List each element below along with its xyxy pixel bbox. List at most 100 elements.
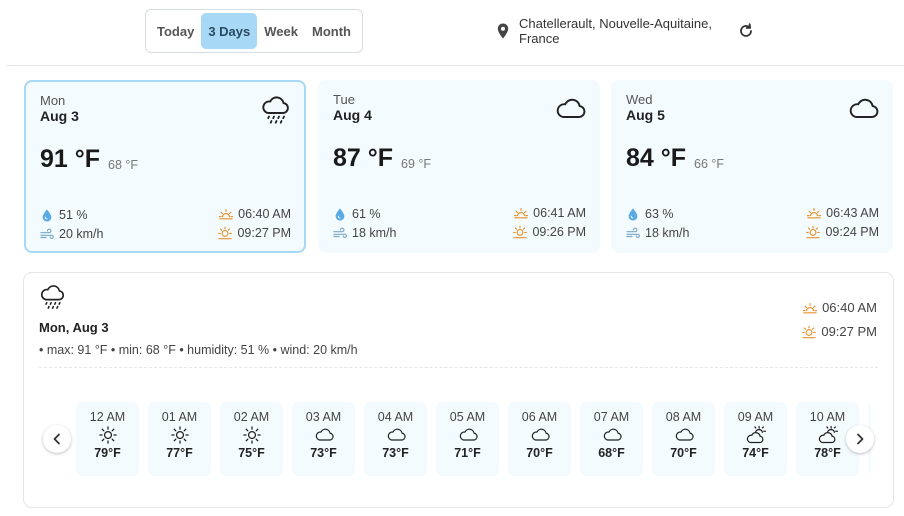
wind-value: 20 km/h bbox=[59, 227, 104, 241]
min-temperature: 68 °F bbox=[108, 158, 139, 172]
sun-icon bbox=[242, 426, 261, 444]
humidity-value: 51 % bbox=[59, 208, 88, 222]
hour-time: 06 AM bbox=[521, 410, 558, 424]
sunset-icon bbox=[806, 225, 821, 239]
scroll-right-button[interactable] bbox=[846, 425, 874, 453]
sunrise: 06:40 AM bbox=[219, 207, 291, 221]
hour-tile[interactable]: 05 AM 71°F bbox=[436, 402, 499, 476]
tab-today[interactable]: Today bbox=[150, 13, 201, 49]
chevron-right-icon bbox=[857, 433, 864, 445]
hour-tile[interactable]: 07 AM 68°F bbox=[580, 402, 643, 476]
detail-separator bbox=[39, 367, 878, 368]
map-pin-icon bbox=[497, 23, 509, 39]
sunrise-time: 06:40 AM bbox=[238, 207, 291, 221]
hour-tile[interactable]: 01 AM 77°F bbox=[148, 402, 211, 476]
sunrise-icon bbox=[219, 209, 234, 220]
hour-tile[interactable]: 12 AM 79°F bbox=[76, 402, 139, 476]
min-temperature: 66 °F bbox=[694, 157, 725, 171]
hour-temperature: 70°F bbox=[526, 446, 553, 460]
day-card-wed[interactable]: Wed Aug 5 84 °F 66 °F 63 % 18 km/h 06:43 AM 09:… bbox=[611, 80, 893, 253]
sunset-time: 09:26 PM bbox=[532, 225, 586, 239]
hour-tile[interactable]: 02 AM 75°F bbox=[220, 402, 283, 476]
hour-time: 08 AM bbox=[665, 410, 702, 424]
scroll-left-button[interactable] bbox=[43, 425, 71, 453]
rain-cloud-icon bbox=[40, 285, 65, 309]
wind-icon bbox=[333, 227, 347, 238]
tab-month[interactable]: Month bbox=[305, 13, 358, 49]
sunset-time: 09:27 PM bbox=[237, 226, 291, 240]
cloud-icon bbox=[459, 428, 478, 441]
hour-tile[interactable]: 09 AM 74°F bbox=[724, 402, 787, 476]
sun-icon bbox=[98, 426, 117, 444]
hourly-forecast[interactable]: 12 AM 79°F 01 AM 77°F 02 AM 75°F 03 AM 73°F 04 A… bbox=[74, 402, 871, 478]
day-of-week: Wed bbox=[626, 92, 653, 107]
sunrise: 06:43 AM bbox=[807, 206, 879, 220]
detail-sunset-time: 09:27 PM bbox=[821, 324, 877, 339]
sunset-icon bbox=[802, 325, 817, 338]
day-of-week: Mon bbox=[40, 93, 66, 108]
tab-3-days[interactable]: 3 Days bbox=[201, 13, 258, 49]
sunrise-time: 06:41 AM bbox=[533, 206, 586, 220]
humidity-icon bbox=[628, 208, 638, 221]
hour-temperature: 68°F bbox=[598, 446, 625, 460]
wind-value: 18 km/h bbox=[645, 226, 690, 240]
max-temperature: 87 °F bbox=[333, 144, 394, 172]
day-of-week: Tue bbox=[333, 92, 355, 107]
sunset: 09:27 PM bbox=[218, 226, 291, 240]
hour-time: 04 AM bbox=[377, 410, 414, 424]
rain-cloud-icon bbox=[262, 96, 289, 124]
detail-sunset: 09:27 PM bbox=[802, 324, 877, 339]
hour-time: 03 AM bbox=[305, 410, 342, 424]
sunrise-icon bbox=[807, 208, 822, 219]
humidity: 63 % bbox=[626, 207, 674, 221]
hour-time: 02 AM bbox=[233, 410, 270, 424]
hour-temperature: 78°F bbox=[814, 446, 841, 460]
sunrise-time: 06:43 AM bbox=[826, 206, 879, 220]
hour-temperature: 71°F bbox=[454, 446, 481, 460]
location: Chatellerault, Nouvelle-Aquitaine, Franc… bbox=[497, 16, 729, 48]
humidity-value: 63 % bbox=[645, 207, 674, 221]
hour-time: 09 AM bbox=[737, 410, 774, 424]
partly-cloudy-icon bbox=[746, 425, 766, 444]
hour-tile[interactable]: 04 AM 73°F bbox=[364, 402, 427, 476]
detail-date: Mon, Aug 3 bbox=[39, 320, 109, 335]
cloud-icon bbox=[315, 428, 334, 441]
hour-temperature: 70°F bbox=[670, 446, 697, 460]
day-card-mon[interactable]: Mon Aug 3 91 °F 68 °F 51 % 20 km/h 06:40 AM 09:… bbox=[24, 80, 306, 253]
hour-temperature: 73°F bbox=[310, 446, 337, 460]
detail-summary: • max: 91 °F • min: 68 °F • humidity: 51… bbox=[39, 343, 358, 357]
header-divider bbox=[6, 65, 904, 66]
tab-week[interactable]: Week bbox=[257, 13, 305, 49]
detail-sunrise: 06:40 AM bbox=[803, 300, 877, 315]
cloud-icon bbox=[387, 428, 406, 441]
cloud-icon bbox=[849, 98, 879, 118]
hour-temperature: 74°F bbox=[742, 446, 769, 460]
day-date: Aug 3 bbox=[40, 108, 79, 124]
day-date: Aug 5 bbox=[626, 107, 665, 123]
humidity: 51 % bbox=[40, 208, 88, 222]
humidity: 61 % bbox=[333, 207, 381, 221]
day-date: Aug 4 bbox=[333, 107, 372, 123]
cloud-icon bbox=[556, 98, 586, 118]
wind: 18 km/h bbox=[333, 226, 396, 240]
hour-tile[interactable]: 06 AM 70°F bbox=[508, 402, 571, 476]
day-detail-panel: Mon, Aug 3 • max: 91 °F • min: 68 °F • h… bbox=[23, 272, 894, 508]
hour-tile[interactable]: 03 AM 73°F bbox=[292, 402, 355, 476]
wind-icon bbox=[626, 227, 640, 238]
detail-sunrise-time: 06:40 AM bbox=[822, 300, 877, 315]
day-card-tue[interactable]: Tue Aug 4 87 °F 69 °F 61 % 18 km/h 06:41 AM 09:… bbox=[318, 80, 600, 253]
hour-temperature: 73°F bbox=[382, 446, 409, 460]
sunrise-icon bbox=[803, 302, 818, 313]
humidity-icon bbox=[335, 208, 345, 221]
cloud-icon bbox=[603, 428, 622, 441]
sunset: 09:26 PM bbox=[513, 225, 586, 239]
partly-cloudy-icon bbox=[818, 425, 838, 444]
refresh-icon[interactable] bbox=[737, 22, 755, 40]
range-tabs: Today 3 Days Week Month bbox=[145, 9, 363, 53]
sunset-icon bbox=[513, 225, 528, 239]
hour-tile[interactable]: 08 AM 70°F bbox=[652, 402, 715, 476]
hour-temperature: 75°F bbox=[238, 446, 265, 460]
hour-time: 10 AM bbox=[809, 410, 846, 424]
wind-icon bbox=[40, 228, 54, 239]
sunset: 09:24 PM bbox=[806, 225, 879, 239]
